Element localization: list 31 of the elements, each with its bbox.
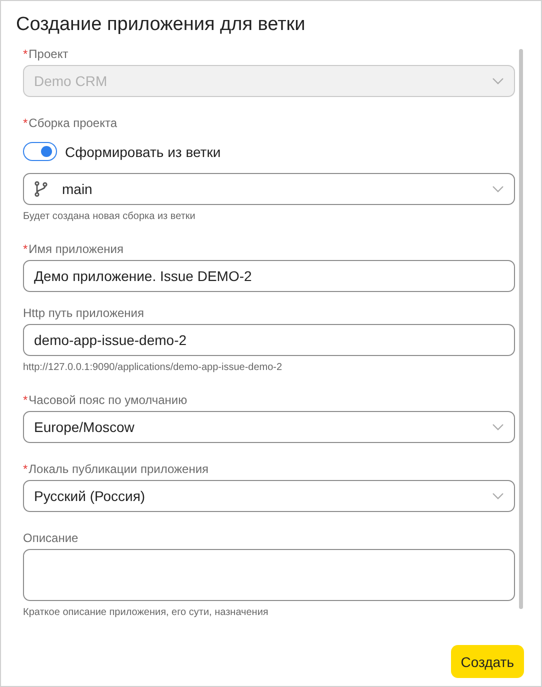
- field-hint: http://127.0.0.1:9090/applications/demo-app-issue-demo-2: [23, 362, 284, 374]
- field-label: Http путь приложения: [23, 306, 144, 320]
- field-label: Часовой пояс по умолчанию: [28, 393, 188, 407]
- text-field[interactable]: Демо приложение. Issue DEMO-2: [23, 260, 515, 292]
- field-label: Сборка проекта: [28, 116, 118, 130]
- dropdown[interactable]: Europe/Moscow: [23, 411, 515, 443]
- text-field[interactable]: demo-app-issue-demo-2: [23, 324, 515, 356]
- description-field[interactable]: [23, 549, 515, 601]
- required-mark: *: [23, 116, 28, 130]
- field-label: Проект: [28, 47, 68, 61]
- scrollbar[interactable]: [519, 49, 523, 609]
- chevron-down-icon: [492, 77, 504, 85]
- chevron-down-icon: [492, 492, 504, 500]
- toggle-label: Сформировать из ветки: [65, 144, 221, 160]
- required-mark: *: [23, 462, 28, 476]
- chevron-down-icon: [492, 423, 504, 431]
- field-label: Описание: [23, 531, 78, 545]
- toggle-switch[interactable]: [23, 142, 57, 161]
- branch-dropdown[interactable]: main: [23, 173, 515, 205]
- field-label: Имя приложения: [28, 242, 124, 256]
- field-hint: Будет создана новая сборка из ветки: [23, 211, 196, 223]
- chevron-down-icon: [492, 185, 504, 193]
- branch-icon: [34, 181, 48, 197]
- create-button[interactable]: Создать: [450, 645, 524, 678]
- required-mark: *: [23, 393, 28, 407]
- required-mark: *: [23, 242, 28, 256]
- dialog-title: Создание приложения для ветки: [16, 13, 306, 37]
- field-hint: Краткое описание приложения, его сути, назначения: [23, 607, 270, 619]
- required-mark: *: [23, 47, 28, 61]
- dropdown[interactable]: Русский (Россия): [23, 480, 515, 512]
- field-label: Локаль публикации приложения: [28, 462, 209, 476]
